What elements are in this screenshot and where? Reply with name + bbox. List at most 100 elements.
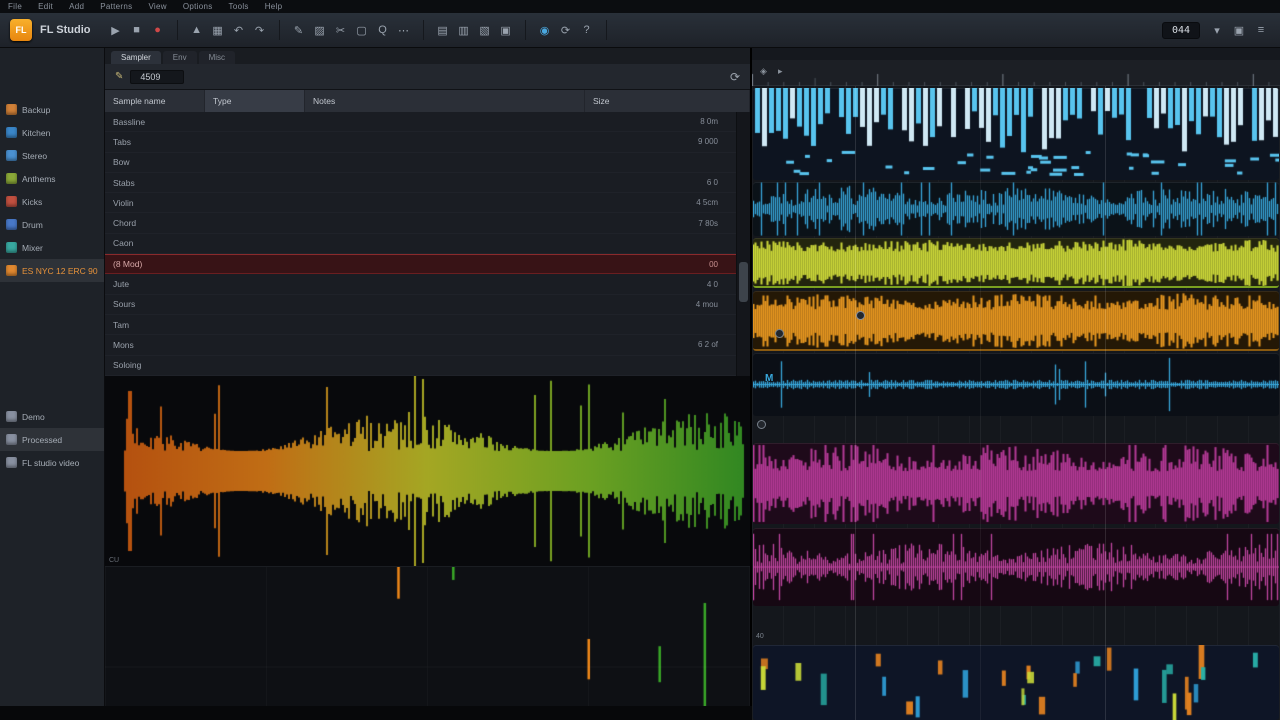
channel-tabs: SamplerEnvMisc [105, 48, 750, 64]
pattern-clip-blue[interactable] [753, 88, 1279, 180]
audio-clip-yellow[interactable] [753, 238, 1279, 288]
app-name: FL Studio [40, 24, 91, 36]
browser-item[interactable]: Backup [0, 98, 104, 121]
play-button[interactable]: ▶ [107, 20, 125, 40]
browser-group-1: BackupKitchen Stereo Anthems Kicks Drum Mixer… [0, 98, 104, 282]
rename-icon[interactable]: ✎ [115, 71, 123, 82]
list-row[interactable]: (8 Mod)00 [105, 254, 736, 274]
row-value: 4 5cm [626, 198, 736, 207]
browser-item[interactable]: Demo [0, 405, 104, 428]
row-name: Tabs [113, 137, 626, 147]
tab-misc[interactable]: Misc [199, 51, 235, 64]
midi-clip-dark[interactable] [753, 645, 1279, 720]
record-button[interactable]: ● [149, 20, 167, 40]
list-row[interactable]: Caon [105, 234, 736, 254]
menu-patterns[interactable]: Patterns [100, 2, 132, 11]
channel-name-field[interactable]: 4509 [130, 70, 184, 84]
snap-button[interactable]: ▦ [209, 20, 227, 40]
dropdown-caret[interactable]: ▾ [1208, 20, 1226, 40]
more-tools[interactable]: ⋯ [395, 20, 413, 40]
scrollbar-thumb[interactable] [739, 262, 748, 302]
browser-item[interactable]: Mixer [0, 236, 104, 259]
clip-waveform [753, 88, 1279, 180]
toolbar-right-buttons: ▾▣≡ [1208, 20, 1270, 40]
panel-toggle[interactable]: ▣ [1230, 20, 1248, 40]
folder-icon [6, 219, 17, 230]
clip-waveform [753, 291, 1279, 351]
column-header-size[interactable]: Size [585, 90, 750, 112]
marker-icon[interactable]: ▸ [778, 66, 783, 77]
footer-bar [0, 706, 752, 720]
folder-icon [6, 242, 17, 253]
browser-item-label: Drum [22, 220, 43, 230]
list-row[interactable]: Stabs6 0 [105, 173, 736, 193]
browser-item[interactable]: Drum [0, 213, 104, 236]
select-tool[interactable]: ▢ [353, 20, 371, 40]
piano-roll-button[interactable]: ▥ [455, 20, 473, 40]
list-row[interactable]: Soloing [105, 356, 736, 376]
menu-add[interactable]: Add [69, 2, 84, 11]
audio-clip-blue[interactable] [753, 182, 1279, 236]
browser-item-label: Stereo [22, 151, 47, 161]
tab-sampler[interactable]: Sampler [111, 51, 161, 64]
list-row[interactable]: Chord7 80s [105, 213, 736, 233]
list-row[interactable]: Bow [105, 153, 736, 173]
audio-clip-orange[interactable] [753, 291, 1279, 351]
redo-button[interactable]: ↷ [251, 20, 269, 40]
timeline-ruler[interactable]: ◈ ▸ [752, 60, 1280, 86]
audio-clip-pink[interactable] [753, 528, 1279, 606]
secondary-waveform-canvas[interactable] [105, 567, 750, 711]
list-row[interactable]: Sours4 mou [105, 295, 736, 315]
column-header-type[interactable]: Type [205, 90, 305, 112]
audio-clip-magenta[interactable] [753, 443, 1279, 524]
browser-item-label: Anthems [22, 174, 56, 184]
list-row[interactable]: Tam [105, 315, 736, 335]
track-knob-icon[interactable] [757, 420, 766, 429]
list-row[interactable]: Jute4 0 [105, 274, 736, 294]
browser-button[interactable]: ▣ [497, 20, 515, 40]
globe-icon[interactable]: ◉ [536, 20, 554, 40]
clip-knob-icon[interactable] [856, 311, 865, 320]
help-button[interactable]: ? [578, 20, 596, 40]
browser-item[interactable]: Anthems [0, 167, 104, 190]
browser-item[interactable]: FL studio video [0, 451, 104, 474]
undo-button[interactable]: ↶ [230, 20, 248, 40]
column-header-notes[interactable]: Notes [305, 90, 585, 112]
snap-icon[interactable]: ◈ [760, 66, 767, 77]
mixer-button[interactable]: ▧ [476, 20, 494, 40]
list-row[interactable]: Tabs9 000 [105, 132, 736, 152]
app-logo-icon[interactable]: FL [10, 19, 32, 41]
zoom-tool[interactable]: Q [374, 20, 392, 40]
menu-tools[interactable]: Tools [229, 2, 249, 11]
menu-file[interactable]: File [8, 2, 22, 11]
menu-help[interactable]: Help [265, 2, 283, 11]
browser-item[interactable]: ES NYC 12 ERC 90 [0, 259, 104, 282]
menu-view[interactable]: View [148, 2, 166, 11]
sync-button[interactable]: ⟳ [557, 20, 575, 40]
list-row[interactable]: Bassline8 0m [105, 112, 736, 132]
folder-icon [6, 411, 17, 422]
refresh-icon[interactable]: ⟳ [730, 70, 740, 84]
list-scrollbar[interactable] [736, 112, 750, 376]
waveform-canvas[interactable] [105, 376, 750, 566]
stop-button[interactable]: ■ [128, 20, 146, 40]
menu-edit[interactable]: Edit [38, 2, 53, 11]
playlist-button[interactable]: ▤ [434, 20, 452, 40]
menu-button[interactable]: ≡ [1252, 20, 1270, 40]
browser-item[interactable]: Kicks [0, 190, 104, 213]
menu-options[interactable]: Options [183, 2, 213, 11]
list-row[interactable]: Violin4 5cm [105, 193, 736, 213]
tab-env[interactable]: Env [163, 51, 197, 64]
track-knob-icon[interactable] [775, 329, 784, 338]
list-row[interactable]: Mons6 2 of [105, 335, 736, 355]
playlist-tracks[interactable]: 40 M [752, 86, 1280, 720]
column-header-sample-name[interactable]: Sample name [105, 90, 205, 112]
cut-tool[interactable]: ✂ [332, 20, 350, 40]
audio-clip-muted[interactable]: M [753, 353, 1279, 416]
draw-tool[interactable]: ✎ [290, 20, 308, 40]
browser-item[interactable]: Stereo [0, 144, 104, 167]
browser-item[interactable]: Kitchen [0, 121, 104, 144]
paint-tool[interactable]: ▨ [311, 20, 329, 40]
browser-item[interactable]: Processed [0, 428, 104, 451]
metronome-button[interactable]: ▲ [188, 20, 206, 40]
